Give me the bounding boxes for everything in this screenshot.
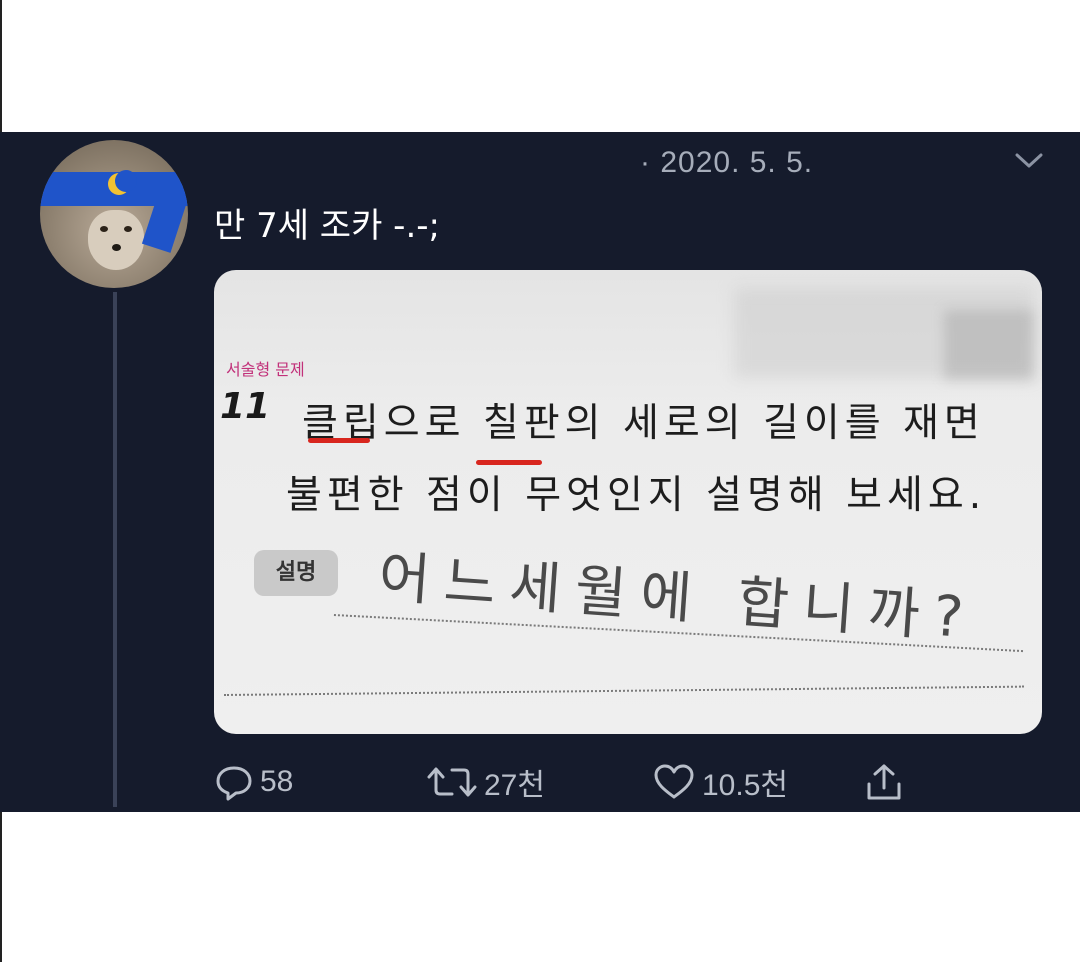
question-text-line2: 불편한 점이 무엇인지 설명해 보세요. xyxy=(286,473,987,518)
retweet-count: 27천 xyxy=(484,769,545,802)
reply-button[interactable]: 58 xyxy=(214,760,293,804)
moon-cutout xyxy=(115,170,137,192)
like-count: 10.5천 xyxy=(702,769,788,802)
retweet-button[interactable]: 27천 xyxy=(426,760,545,804)
fox-eye-right xyxy=(124,226,132,232)
retweet-icon xyxy=(427,767,477,797)
question-text-line1: 클립으로 칠판의 세로의 길이를 재면 xyxy=(302,401,985,446)
handwritten-answer: 어느세월에 합니까? xyxy=(376,544,980,652)
red-underline xyxy=(308,438,370,443)
share-icon xyxy=(867,764,901,800)
reply-count: 58 xyxy=(260,765,294,798)
red-underline xyxy=(476,460,542,465)
tweet-text: 만 7세 조카 -.-; xyxy=(214,206,440,246)
dotted-answer-line xyxy=(224,685,1024,696)
screenshot-page: · 2020. 5. 5. 만 7세 조카 -.-; 서술형 문제 11 클립으… xyxy=(0,0,1080,962)
chevron-down-icon[interactable] xyxy=(1012,146,1046,174)
reply-icon xyxy=(216,766,252,801)
tweet-media-image[interactable]: 서술형 문제 11 클립으로 칠판의 세로의 길이를 재면 불편한 점이 무엇인… xyxy=(214,270,1042,734)
tweet-card: · 2020. 5. 5. 만 7세 조카 -.-; 서술형 문제 11 클립으… xyxy=(0,132,1080,812)
question-type-label: 서술형 문제 xyxy=(226,360,305,379)
question-number: 11 xyxy=(220,386,271,427)
tweet-date[interactable]: · 2020. 5. 5. xyxy=(640,146,813,180)
answer-tag: 설명 xyxy=(254,550,338,596)
like-icon xyxy=(654,764,694,799)
paper-smudge xyxy=(944,310,1034,380)
fox-nose xyxy=(112,244,121,251)
thread-line xyxy=(113,292,117,807)
fox-eye-left xyxy=(100,226,108,232)
avatar[interactable] xyxy=(40,140,188,288)
like-button[interactable]: 10.5천 xyxy=(652,760,788,804)
tweet-actions: 58 27천 10.5천 xyxy=(214,760,934,804)
share-button[interactable] xyxy=(864,760,910,804)
fox-face xyxy=(88,210,144,270)
